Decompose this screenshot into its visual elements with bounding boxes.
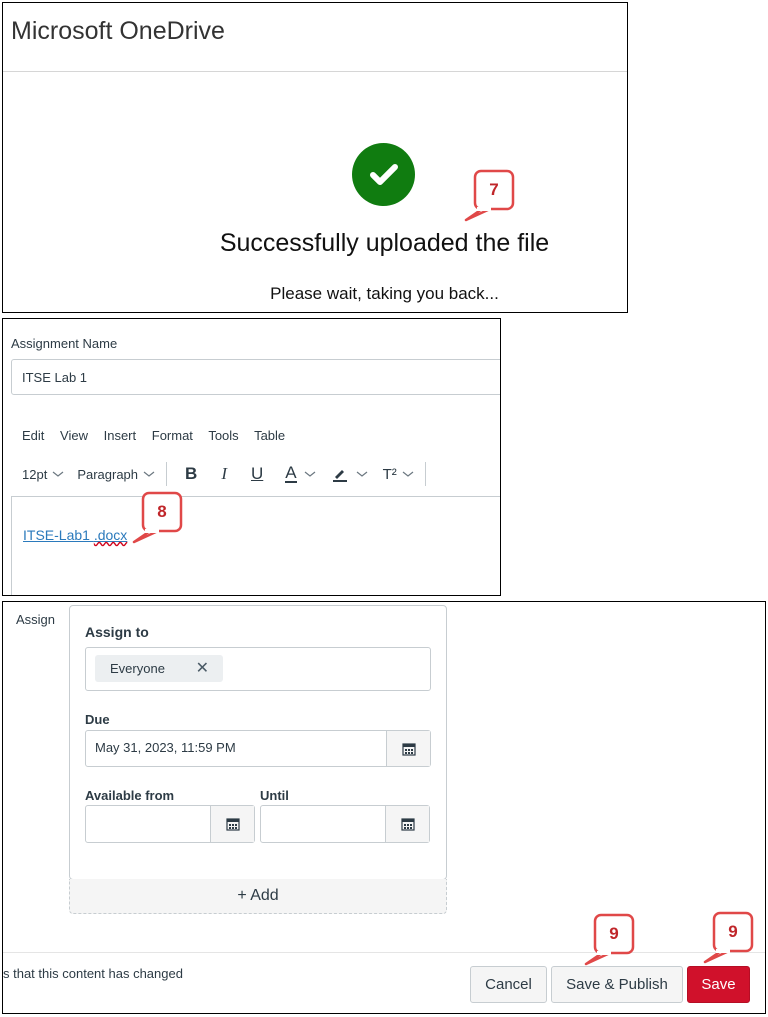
assignee-chip-label: Everyone	[110, 661, 165, 676]
chevron-down-icon	[356, 471, 367, 477]
until-input[interactable]	[260, 805, 430, 843]
save-button[interactable]: Save	[687, 966, 750, 1003]
success-check-icon	[352, 143, 415, 206]
wait-message: Please wait, taking you back...	[270, 284, 499, 303]
menu-table[interactable]: Table	[254, 428, 285, 443]
notify-changed-text: s that this content has changed	[3, 966, 183, 981]
close-icon[interactable]: ✕	[196, 655, 209, 682]
until-label: Until	[260, 788, 289, 803]
block-format-value: Paragraph	[77, 466, 139, 482]
assignment-editor-panel: Assignment Name ITSE Lab 1 Edit View Ins…	[2, 318, 501, 596]
toolbar-separator	[424, 462, 426, 486]
add-assignee-button[interactable]: + Add	[69, 879, 447, 914]
assignment-name-input[interactable]: ITSE Lab 1	[11, 359, 500, 395]
editor-toolbar: 12pt Paragraph B I U A T²	[22, 459, 426, 489]
assign-panel: Assign Assign to Everyone ✕ Due May 31, …	[2, 601, 766, 1014]
available-from-label: Available from	[85, 788, 175, 803]
available-from-calendar-button[interactable]	[210, 806, 254, 842]
menu-format[interactable]: Format	[152, 428, 193, 443]
block-format-dropdown[interactable]: Paragraph	[77, 467, 156, 482]
assign-to-label: Assign to	[85, 624, 149, 640]
due-label: Due	[85, 712, 110, 727]
assignment-name-label: Assignment Name	[11, 336, 118, 351]
callout-step-9-publish: 9	[582, 912, 638, 968]
toolbar-separator	[166, 462, 168, 486]
cancel-button[interactable]: Cancel	[470, 966, 547, 1003]
footer-divider	[3, 952, 765, 953]
callout-step-9-save: 9	[701, 910, 757, 966]
file-link-name: ITSE-Lab1	[23, 527, 94, 543]
text-color-icon: A	[285, 463, 297, 483]
text-color-dropdown[interactable]: A	[285, 463, 316, 483]
underline-icon: U	[250, 464, 264, 483]
callout-step-7-label: 7	[489, 180, 499, 199]
menu-edit[interactable]: Edit	[22, 428, 44, 443]
highlight-color-dropdown[interactable]	[331, 465, 369, 483]
callout-step-8-label: 8	[157, 502, 167, 521]
until-calendar-button[interactable]	[385, 806, 429, 842]
uploaded-file-link[interactable]: ITSE-Lab1 .docx	[23, 527, 127, 543]
callout-step-9-save-label: 9	[728, 922, 738, 941]
callout-step-8: 8	[130, 490, 186, 546]
file-link-extension: .docx	[93, 527, 128, 543]
calendar-icon	[400, 818, 415, 831]
chevron-down-icon	[52, 471, 64, 477]
chevron-down-icon	[143, 471, 155, 477]
menu-view[interactable]: View	[60, 428, 88, 443]
onedrive-title: Microsoft OneDrive	[11, 17, 225, 45]
success-message: Successfully uploaded the file	[219, 229, 550, 257]
assignee-chip[interactable]: Everyone ✕	[95, 655, 223, 682]
highlighter-icon	[332, 470, 347, 482]
chevron-down-icon	[402, 471, 414, 477]
assign-section-label: Assign	[16, 612, 56, 627]
calendar-icon	[401, 742, 416, 756]
bold-icon: B	[185, 464, 198, 483]
menu-tools[interactable]: Tools	[208, 428, 238, 443]
superscript-dropdown[interactable]: T²	[383, 466, 415, 483]
rich-content-editor[interactable]	[11, 496, 500, 595]
superscript-icon: T²	[382, 465, 397, 483]
font-size-dropdown[interactable]: 12pt	[22, 467, 65, 482]
underline-button[interactable]: U	[251, 464, 263, 484]
callout-step-7: 7	[462, 168, 518, 224]
due-calendar-button[interactable]	[386, 731, 430, 766]
chevron-down-icon	[304, 471, 315, 477]
due-date-value: May 31, 2023, 11:59 PM	[95, 740, 236, 755]
italic-icon: I	[221, 464, 227, 483]
callout-step-9-publish-label: 9	[609, 924, 619, 943]
onedrive-divider	[3, 71, 627, 72]
save-and-publish-button[interactable]: Save & Publish	[551, 966, 683, 1003]
editor-menubar: Edit View Insert Format Tools Table	[22, 428, 297, 443]
menu-insert[interactable]: Insert	[104, 428, 137, 443]
bold-button[interactable]: B	[185, 464, 197, 484]
available-from-input[interactable]	[85, 805, 255, 843]
italic-button[interactable]: I	[221, 464, 227, 484]
calendar-icon	[225, 818, 240, 831]
onedrive-panel: Microsoft OneDrive Successfully uploaded…	[2, 2, 628, 313]
font-size-value: 12pt	[22, 466, 48, 482]
